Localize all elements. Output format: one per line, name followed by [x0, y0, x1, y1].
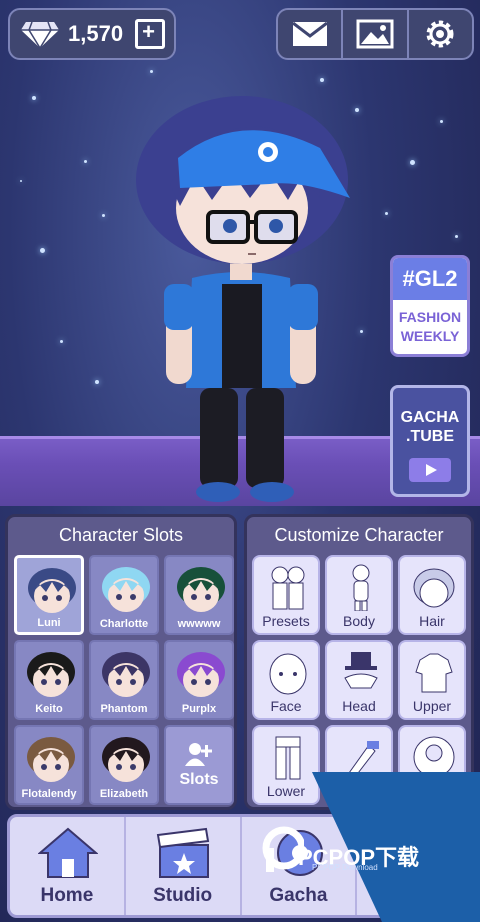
currency-bar[interactable]: 1,570: [8, 8, 176, 60]
customize-label: Presets: [262, 613, 310, 629]
add-user-icon: [185, 743, 212, 766]
customize-body-button[interactable]: Body: [325, 555, 393, 635]
customize-title: Customize Character: [274, 525, 444, 545]
character-slots-panel: Character Slots Luni Charlotte wwwww Keito P…: [5, 514, 237, 810]
image-icon: [356, 19, 394, 49]
character-avatar: [177, 652, 225, 697]
hair-icon: [413, 568, 455, 608]
character-slot[interactable]: wwwww: [164, 555, 234, 635]
customize-label: Hair: [419, 613, 445, 629]
customize-lower-button[interactable]: Lower: [252, 725, 320, 805]
character-avatar: [177, 567, 225, 612]
tube-line1: GACHA: [400, 409, 460, 426]
top-toolbar: [276, 8, 474, 60]
add-slot-button[interactable]: Slots: [164, 725, 234, 805]
customize-upper-button[interactable]: Upper: [398, 640, 466, 720]
customize-presets-button[interactable]: Presets: [252, 555, 320, 635]
play-icon: [409, 458, 451, 482]
slot-name: Phantom: [100, 703, 148, 715]
gl2-sub1: FASHION: [398, 309, 462, 325]
character-slot[interactable]: Phantom: [89, 640, 159, 720]
customize-label: Face: [270, 698, 302, 714]
watermark-sub: PCPOP Download: [312, 863, 378, 872]
gear-icon: [426, 20, 454, 48]
gl2-fashion-weekly-card[interactable]: #GL2 FASHION WEEKLY: [390, 255, 470, 357]
slots-title: Character Slots: [58, 525, 184, 545]
head-icon: [344, 652, 378, 689]
slot-name: Flotalendy: [21, 788, 77, 800]
add-currency-icon[interactable]: [135, 19, 166, 49]
nav-studio-label: Studio: [153, 885, 213, 906]
character-slot[interactable]: Keito: [14, 640, 84, 720]
character-avatar: [27, 737, 75, 782]
settings-button[interactable]: [409, 10, 472, 58]
mail-icon: [291, 21, 328, 46]
gl2-title: #GL2: [393, 258, 467, 300]
nav-home[interactable]: Home: [10, 817, 126, 915]
character-avatar: [102, 567, 150, 612]
diamond-icon: [21, 21, 59, 49]
gallery-button[interactable]: [343, 10, 409, 58]
customize-character-panel: Customize Character Presets Body Hair Face H…: [244, 514, 474, 810]
nav-home-label: Home: [40, 885, 94, 906]
clapperboard-icon: [156, 827, 209, 878]
tube-line2: .TUBE: [406, 428, 454, 445]
character-slot[interactable]: Elizabeth: [89, 725, 159, 805]
customize-label: Head: [342, 698, 376, 714]
slot-name: Charlotte: [99, 618, 149, 630]
character-slot[interactable]: Luni: [14, 555, 84, 635]
gl2-sub2: WEEKLY: [400, 328, 460, 344]
character-avatar: [27, 652, 75, 697]
gem-count: 1,570: [68, 21, 124, 46]
customize-head-button[interactable]: Head: [325, 640, 393, 720]
character-avatar: [102, 652, 150, 697]
upper-icon: [415, 653, 453, 693]
character-preview[interactable]: [120, 88, 360, 508]
house-icon: [38, 827, 98, 878]
customize-label: Body: [343, 613, 375, 629]
character-slot[interactable]: Flotalendy: [14, 725, 84, 805]
character-slot[interactable]: Purplx: [164, 640, 234, 720]
customize-label: Upper: [412, 698, 452, 714]
character-slot[interactable]: Charlotte: [89, 555, 159, 635]
slot-name: wwwww: [177, 618, 221, 630]
character-avatar: [102, 737, 150, 782]
mail-button[interactable]: [278, 10, 344, 58]
presets-icon: [271, 566, 305, 610]
customize-label: Lower: [266, 783, 306, 799]
face-icon: [269, 653, 307, 695]
slot-name: Elizabeth: [99, 788, 149, 800]
customize-hair-button[interactable]: Hair: [398, 555, 466, 635]
slot-name: Keito: [35, 703, 63, 715]
gacha-tube-card[interactable]: GACHA .TUBE: [390, 385, 470, 497]
add-slot-label: Slots: [179, 771, 219, 788]
character-avatar: [28, 568, 76, 613]
slot-name: Purplx: [181, 703, 217, 715]
slot-name: Luni: [37, 617, 61, 629]
lower-icon: [275, 736, 301, 780]
nav-studio[interactable]: Studio: [126, 817, 242, 915]
customize-face-button[interactable]: Face: [252, 640, 320, 720]
body-icon: [352, 564, 370, 611]
